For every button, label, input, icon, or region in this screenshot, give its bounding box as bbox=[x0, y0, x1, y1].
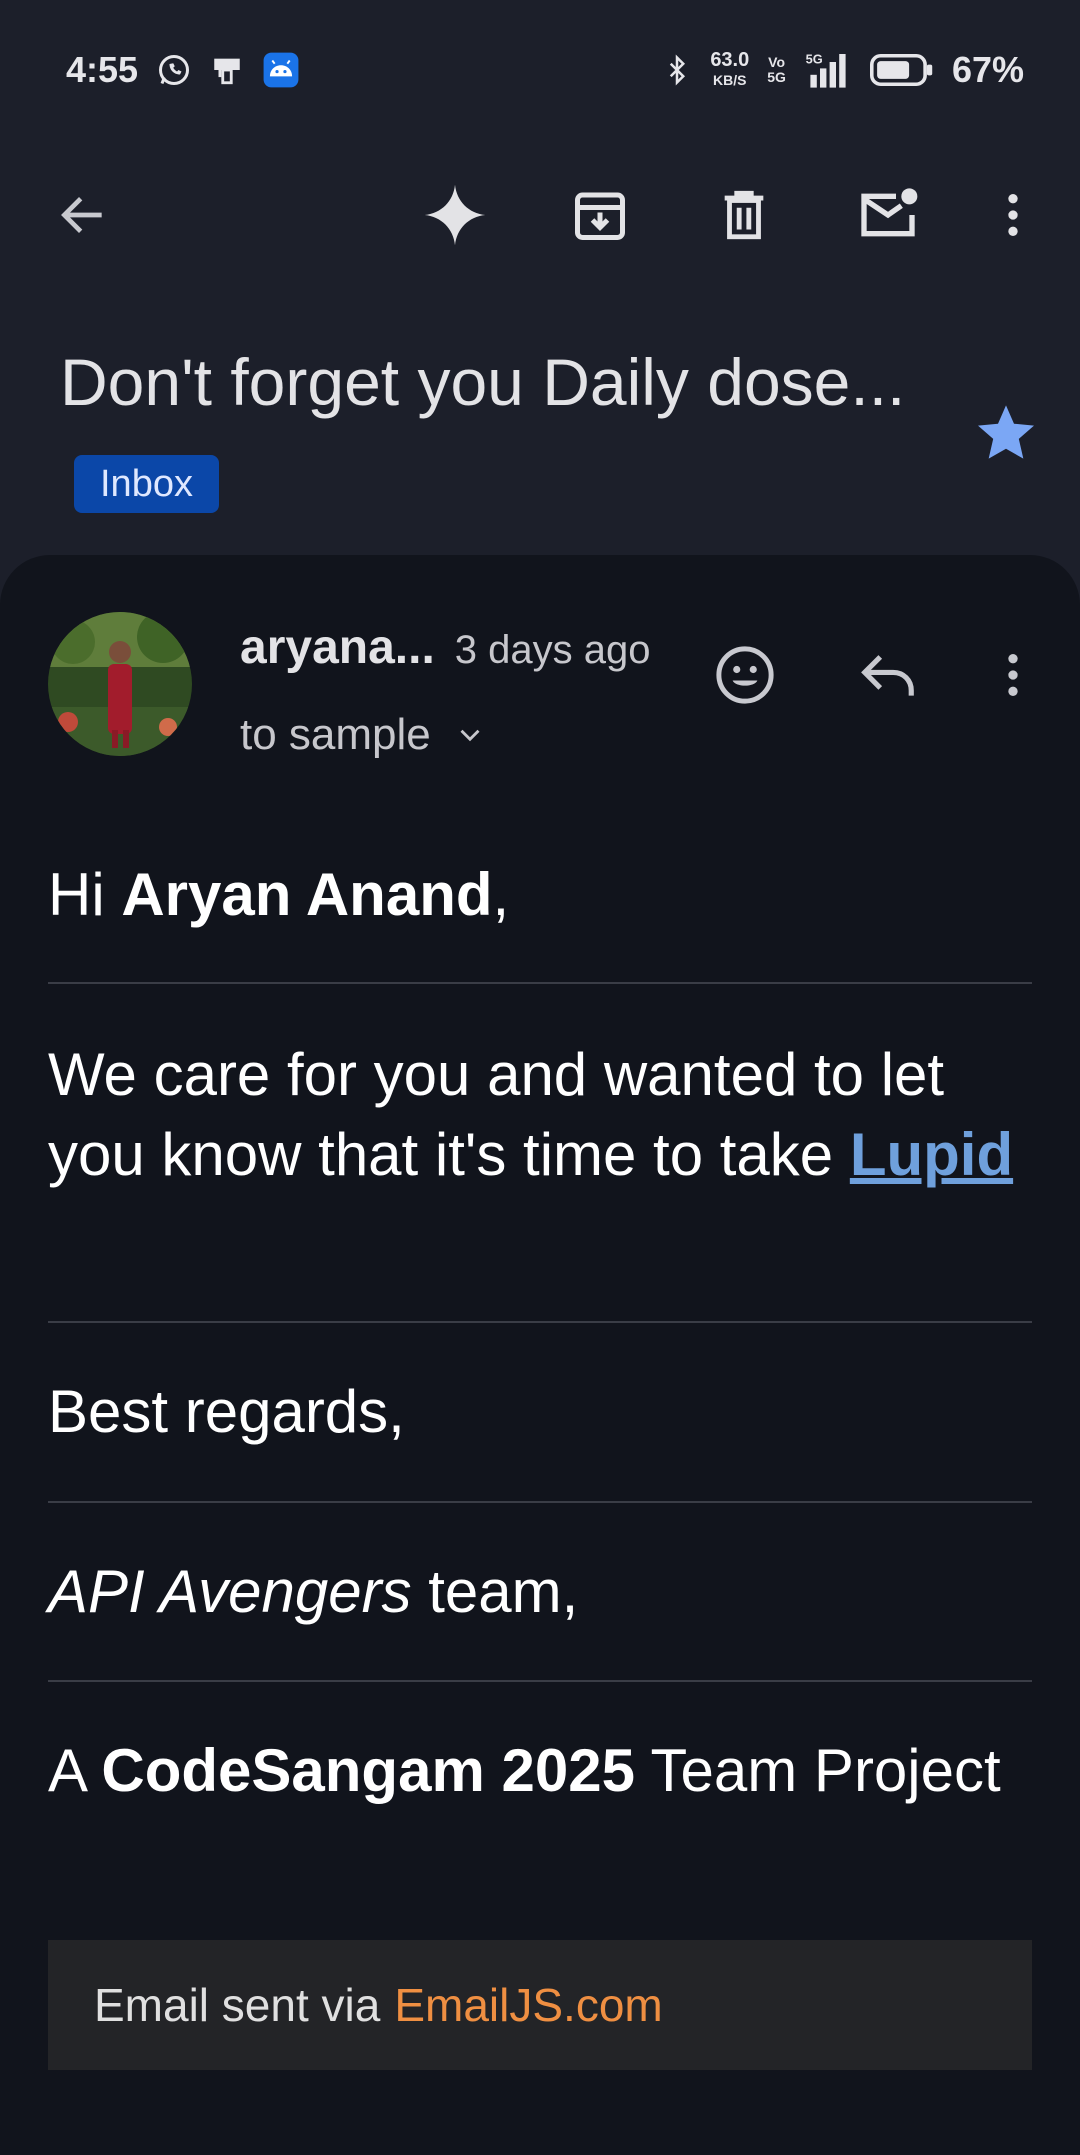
body-text: We care for you and wanted to let you kn… bbox=[48, 1041, 945, 1188]
message-card bbox=[0, 555, 1080, 2155]
recipient-toggle[interactable]: to sample bbox=[240, 710, 487, 760]
back-button[interactable] bbox=[38, 170, 128, 260]
bluetooth-icon bbox=[662, 52, 692, 88]
more-vert-icon bbox=[1008, 654, 1018, 696]
divider bbox=[48, 1680, 1032, 1682]
back-arrow-icon bbox=[61, 197, 102, 233]
team-suffix: team, bbox=[411, 1558, 579, 1625]
email-subject: Don't forget you Daily dose... Inbox bbox=[60, 330, 960, 538]
battery-percent: 67% bbox=[951, 49, 1024, 90]
chevron-down-icon bbox=[460, 729, 480, 742]
android-icon bbox=[262, 51, 300, 89]
divider bbox=[48, 1501, 1032, 1503]
delete-icon bbox=[724, 190, 764, 240]
footer-text: Email sent via bbox=[94, 1979, 381, 2031]
greeting-suffix: , bbox=[492, 861, 510, 928]
inbox-label-chip[interactable]: Inbox bbox=[74, 454, 219, 513]
recipient-text: to sample bbox=[240, 710, 431, 759]
more-vert-icon bbox=[1008, 194, 1018, 236]
reply-button[interactable] bbox=[843, 630, 933, 720]
star-button[interactable] bbox=[974, 400, 1038, 464]
emoji-icon bbox=[716, 646, 774, 704]
emailjs-link[interactable]: EmailJS.com bbox=[394, 1978, 662, 2032]
whatsapp-icon bbox=[156, 52, 192, 88]
project-prefix: A bbox=[48, 1737, 102, 1804]
sender-name[interactable]: aryana... bbox=[240, 620, 435, 675]
team-line: API Avengers team, bbox=[48, 1552, 1032, 1632]
divider bbox=[48, 1321, 1032, 1323]
app-bar bbox=[0, 170, 1080, 260]
archive-icon bbox=[575, 192, 625, 240]
reply-icon bbox=[861, 655, 914, 696]
star-icon bbox=[978, 405, 1034, 459]
gemini-button[interactable] bbox=[410, 170, 500, 260]
sender-line: aryana... 3 days ago bbox=[240, 620, 651, 675]
regards: Best regards, bbox=[48, 1378, 405, 1445]
volte-indicator: Vo 5G bbox=[767, 54, 786, 85]
subject-area: Don't forget you Daily dose... Inbox bbox=[60, 330, 960, 538]
battery-icon bbox=[869, 52, 934, 88]
status-left: 4:55 bbox=[66, 49, 300, 91]
network-speed: 63.0 KB/S bbox=[710, 49, 750, 88]
device-icon bbox=[210, 52, 244, 88]
gemini-sparkle-icon bbox=[424, 184, 486, 246]
greeting-prefix: Hi bbox=[48, 861, 122, 928]
divider bbox=[48, 982, 1032, 984]
project-line: A CodeSangam 2025 Team Project bbox=[48, 1731, 1032, 1811]
project-suffix: Team Project bbox=[634, 1737, 1001, 1804]
status-time: 4:55 bbox=[66, 49, 139, 90]
more-options-button[interactable] bbox=[968, 170, 1058, 260]
team-name: API Avengers bbox=[48, 1558, 412, 1625]
greeting: Hi Aryan Anand, bbox=[48, 855, 1032, 935]
email-footer: Email sent via EmailJS.com bbox=[48, 1940, 1032, 2070]
sender-avatar[interactable] bbox=[48, 612, 192, 756]
medicine-link[interactable]: Lupid bbox=[850, 1121, 1013, 1188]
archive-button[interactable] bbox=[555, 170, 645, 260]
mark-unread-button[interactable] bbox=[843, 170, 933, 260]
recipient-name: Aryan Anand bbox=[121, 861, 493, 928]
delete-button[interactable] bbox=[699, 170, 789, 260]
message-more-button[interactable] bbox=[968, 630, 1058, 720]
svg-text:5G: 5G bbox=[806, 52, 823, 67]
body-message: We care for you and wanted to let you kn… bbox=[48, 1035, 1032, 1195]
status-right: 63.0 KB/S Vo 5G 5G 67% bbox=[662, 49, 1024, 91]
signal-icon: 5G bbox=[804, 50, 852, 90]
project-name: CodeSangam 2025 bbox=[101, 1737, 635, 1804]
mark-unread-icon bbox=[861, 188, 918, 237]
subject-text: Don't forget you Daily dose... bbox=[60, 345, 906, 419]
add-reaction-button[interactable] bbox=[700, 630, 790, 720]
sent-time: 3 days ago bbox=[454, 628, 651, 672]
status-bar: 4:55 63.0 KB/S Vo 5G 5G 67% bbox=[0, 0, 1080, 140]
